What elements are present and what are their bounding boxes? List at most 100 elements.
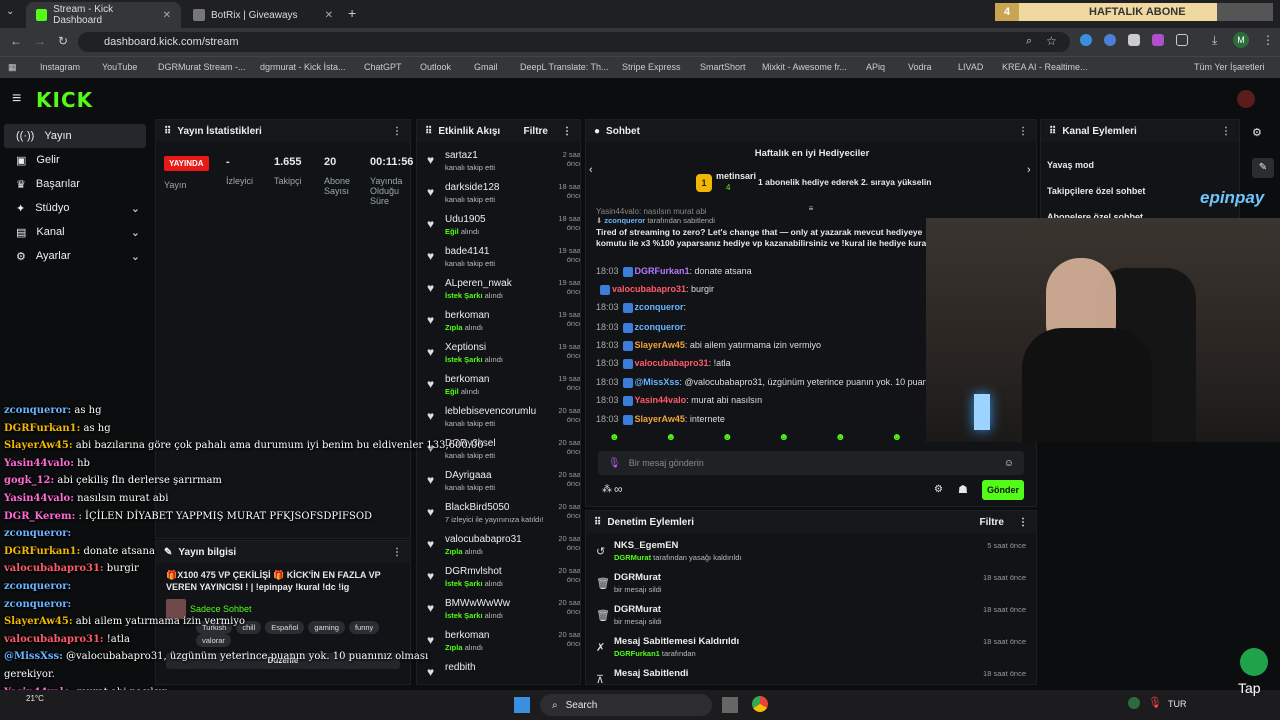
filter-button[interactable]: Filtre: [980, 517, 1004, 528]
more-icon[interactable]: ⋮: [1221, 126, 1231, 137]
tab-search-icon[interactable]: ⌄: [6, 6, 14, 17]
list-item[interactable]: ♥ darkside128 kanalı takip etti 18 saat önc…: [417, 178, 580, 210]
extension-icon[interactable]: [1080, 34, 1092, 46]
bookmark-item[interactable]: KREA AI - Realtime...: [1002, 62, 1088, 72]
apps-grid-icon[interactable]: ▦: [8, 62, 17, 73]
chevron-right-icon[interactable]: ›: [1027, 164, 1031, 176]
emote-icon[interactable]: ☻: [835, 432, 846, 446]
emote-icon[interactable]: ☻: [778, 432, 789, 446]
list-item[interactable]: ♥ valocubabapro31 Zıpla alındı 20 saat önce: [417, 530, 580, 562]
list-item[interactable]: ♥ Udu1905 Eğil alındı 18 saat önce: [417, 210, 580, 242]
bookmark-item[interactable]: Gmail: [474, 62, 498, 72]
more-icon[interactable]: ⋮: [392, 126, 402, 137]
close-icon[interactable]: ✕: [325, 10, 333, 21]
list-item[interactable]: ♥ BlackBird5050 7 izleyici ile yayınınıza …: [417, 498, 580, 530]
extension-icon[interactable]: [1104, 34, 1116, 46]
list-item[interactable]: ♥ berkoman Zıpla alındı 20 saat önce: [417, 626, 580, 658]
gear-icon[interactable]: ⚙: [934, 484, 943, 495]
slow-mode-toggle[interactable]: Yavaş mod: [1047, 152, 1233, 178]
chat-input[interactable]: 🎙 Bir mesaj gönderin ☺: [598, 451, 1024, 475]
bookmark-item[interactable]: Instagram: [40, 62, 80, 72]
list-item[interactable]: ♥ sartaz1 kanalı takip etti 2 saat önce: [417, 146, 580, 178]
chrome-icon[interactable]: [752, 696, 768, 712]
bookmark-item[interactable]: Vodra: [908, 62, 932, 72]
windows-start-icon[interactable]: [514, 697, 530, 713]
puzzle-icon[interactable]: [1176, 34, 1188, 46]
tray-icon[interactable]: [1128, 697, 1140, 709]
url-field[interactable]: dashboard.kick.com/stream: [78, 32, 1070, 52]
send-button[interactable]: Gönder: [982, 480, 1024, 500]
bookmark-item[interactable]: SmartShort: [700, 62, 746, 72]
emote-icon[interactable]: ☻: [891, 432, 902, 446]
list-item[interactable]: ♥ BMWwWwWw İstek Şarkı alındı 20 saat önce: [417, 594, 580, 626]
star-icon[interactable]: ☆: [1046, 34, 1057, 48]
hamburger-menu-icon[interactable]: ≡: [12, 90, 21, 108]
avatar[interactable]: [1237, 90, 1255, 108]
bookmark-item[interactable]: LIVAD: [958, 62, 983, 72]
chat-username[interactable]: zconqueror: [635, 322, 684, 332]
chat-username[interactable]: Yasin44valo: [635, 395, 687, 405]
sidebar-item-kanal[interactable]: ▤ Kanal ⌄: [4, 220, 146, 244]
close-icon[interactable]: ✕: [163, 10, 171, 21]
kick-logo[interactable]: KICK: [36, 88, 93, 112]
new-tab-button[interactable]: +: [348, 5, 356, 21]
emote-icon[interactable]: ☻: [665, 432, 676, 446]
task-view-icon[interactable]: [722, 697, 738, 713]
shield-extension-icon[interactable]: [1128, 34, 1140, 46]
list-item[interactable]: ♥ leblebisevencorumlu kanalı takip etti 20 …: [417, 402, 580, 434]
chat-username[interactable]: valocubabapro31: [612, 284, 686, 294]
language-indicator[interactable]: TUR: [1168, 699, 1187, 709]
bookmark-item[interactable]: Mixkit - Awesome fr...: [762, 62, 847, 72]
list-item[interactable]: ♥ redbith: [417, 658, 580, 684]
filter-button[interactable]: Filtre: [524, 126, 548, 137]
bot-icon[interactable]: ☗: [958, 483, 968, 496]
download-icon[interactable]: ⤓: [1212, 33, 1217, 48]
bookmark-folder[interactable]: Tüm Yer İşaretleri: [1194, 62, 1265, 72]
bookmark-item[interactable]: dgrmurat - Kick İsta...: [260, 62, 346, 72]
sidebar-item-gelir[interactable]: ▣ Gelir: [4, 148, 146, 172]
list-item[interactable]: ♥ Xeptionsi İstek Şarkı alındı 19 saat önce: [417, 338, 580, 370]
zoom-icon[interactable]: ⌕: [1026, 35, 1032, 48]
chat-username[interactable]: SlayerAw45: [635, 414, 685, 424]
back-icon[interactable]: ←: [10, 34, 22, 48]
sidebar-item-ayarlar[interactable]: ⚙ Ayarlar ⌄: [4, 244, 146, 268]
list-item[interactable]: ♥ ALperen_nwak İstek Şarkı alındı 19 saat ö…: [417, 274, 580, 306]
emoji-icon[interactable]: ☺: [1004, 458, 1014, 469]
sidebar-item-basarilar[interactable]: ♛ Başarılar: [4, 172, 146, 196]
tab-kick-dashboard[interactable]: Stream - Kick Dashboard ✕: [26, 2, 181, 28]
bookmark-item[interactable]: DGRMurat Stream -...: [158, 62, 246, 72]
bookmark-item[interactable]: Outlook: [420, 62, 451, 72]
bookmark-item[interactable]: Stripe Express: [622, 62, 681, 72]
chat-username[interactable]: SlayerAw45: [635, 340, 685, 350]
more-icon[interactable]: ⋮: [1018, 126, 1028, 137]
profile-avatar[interactable]: M: [1233, 32, 1249, 48]
points-icon[interactable]: ⁂: [602, 484, 612, 495]
list-item[interactable]: ♥ DGRmvlshot İstek Şarkı alındı 20 saat önc…: [417, 562, 580, 594]
bookmark-item[interactable]: APiq: [866, 62, 885, 72]
mic-tray-icon[interactable]: 🎙: [1148, 696, 1162, 709]
more-icon[interactable]: ⋮: [562, 126, 572, 137]
reload-icon[interactable]: ↻: [58, 34, 68, 48]
more-icon[interactable]: ⋮: [1018, 517, 1028, 528]
sidebar-item-yayin[interactable]: ((·)) Yayın: [4, 124, 146, 148]
green-circle-button[interactable]: [1240, 648, 1268, 676]
taskbar-search[interactable]: ⌕ Search: [540, 694, 712, 716]
list-item[interactable]: ♥ DAyrigaaa kanalı takip etti 20 saat önce: [417, 466, 580, 498]
extension-icon[interactable]: [1152, 34, 1164, 46]
edit-icon[interactable]: ✎: [1252, 158, 1274, 178]
menu-kebab-icon[interactable]: ⋮: [1262, 33, 1274, 47]
mic-icon[interactable]: 🎙: [608, 458, 621, 469]
bookmark-item[interactable]: ChatGPT: [364, 62, 402, 72]
bookmark-item[interactable]: YouTube: [102, 62, 137, 72]
list-item[interactable]: ♥ berkoman Zıpla alındı 19 saat önce: [417, 306, 580, 338]
list-item[interactable]: ♥ bade4141 kanalı takip etti 19 saat önce: [417, 242, 580, 274]
list-item[interactable]: ♥ berkoman Eğil alındı 19 saat önce: [417, 370, 580, 402]
sidebar-item-studyo[interactable]: ✦ Stüdyo ⌄: [4, 196, 146, 220]
bookmark-item[interactable]: DeepL Translate: Th...: [520, 62, 609, 72]
more-icon[interactable]: ⋮: [392, 547, 402, 558]
emote-icon[interactable]: ☻: [722, 432, 733, 446]
chat-username[interactable]: valocubabapro31: [635, 358, 709, 368]
chat-username[interactable]: zconqueror: [635, 302, 684, 312]
forward-icon[interactable]: →: [34, 34, 46, 48]
chat-username[interactable]: DGRFurkan1: [635, 266, 690, 276]
